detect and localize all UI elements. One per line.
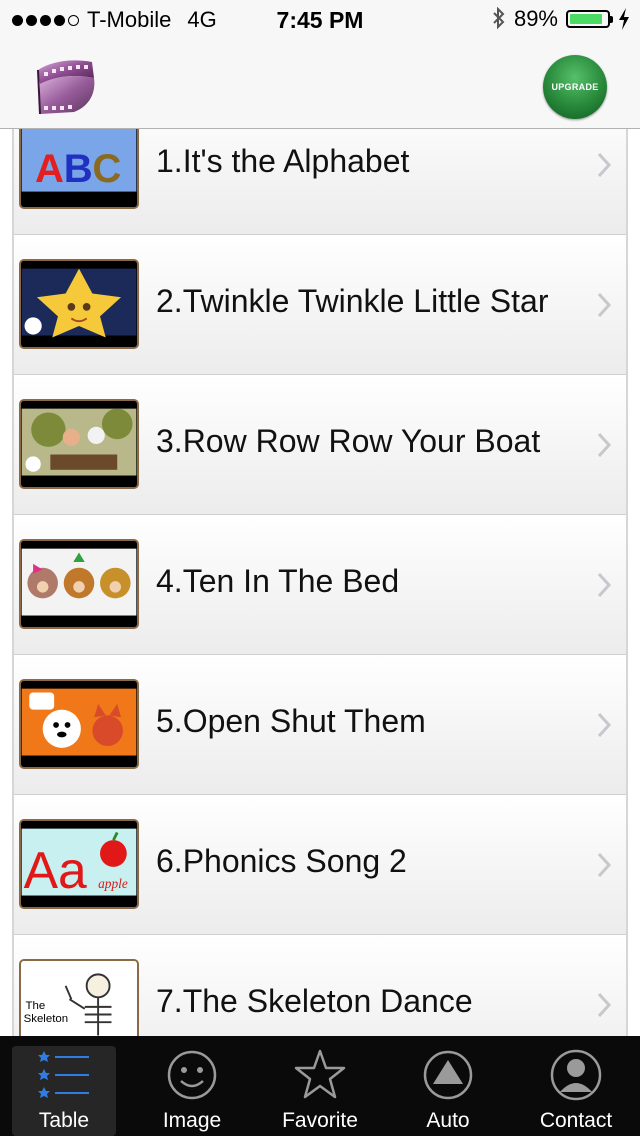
video-title: 5.Open Shut Them xyxy=(156,703,426,739)
thumb-abc-a: A xyxy=(35,146,64,191)
video-thumbnail: A B C xyxy=(19,129,139,209)
video-thumbnail: The Skeleton xyxy=(19,959,139,1036)
tab-label: Image xyxy=(162,1109,222,1132)
video-list: A B C 1.It's the Alphabet 2.Twinkle Twin… xyxy=(12,129,628,1036)
bluetooth-icon xyxy=(493,7,505,30)
list-icon xyxy=(38,1051,89,1098)
tab-label: Favorite xyxy=(282,1109,358,1132)
star-icon xyxy=(294,1049,346,1099)
video-thumbnail xyxy=(19,399,139,489)
chevron-right-icon xyxy=(597,852,612,878)
video-title: 1.It's the Alphabet xyxy=(156,143,410,179)
tab-auto[interactable]: Auto xyxy=(384,1036,512,1136)
charging-icon xyxy=(619,8,629,30)
tab-bar: Table Image Favorite Auto Contact xyxy=(0,1036,640,1136)
tab-favorite[interactable]: Favorite xyxy=(256,1036,384,1136)
thumb-phonics-letters: Aa xyxy=(24,841,87,899)
chevron-right-icon xyxy=(597,152,612,178)
video-thumbnail: Aa apple xyxy=(19,819,139,909)
thumb-abc-c: C xyxy=(92,146,121,191)
chevron-right-icon xyxy=(597,572,612,598)
video-thumbnail xyxy=(19,259,139,349)
chevron-right-icon xyxy=(597,992,612,1018)
video-title: 4.Ten In The Bed xyxy=(156,563,400,599)
thumb-phonics-word: apple xyxy=(98,876,128,891)
upgrade-button[interactable]: UPGRADE xyxy=(543,55,607,119)
thumb-skeleton-word-2: Skeleton xyxy=(24,1013,69,1025)
tab-image[interactable]: Image xyxy=(128,1036,256,1136)
list-item[interactable]: 2.Twinkle Twinkle Little Star xyxy=(14,235,626,375)
smiley-icon xyxy=(167,1050,217,1100)
video-title: 7.The Skeleton Dance xyxy=(156,983,473,1019)
list-item[interactable]: 5.Open Shut Them xyxy=(14,655,626,795)
contact-icon xyxy=(550,1049,602,1101)
battery-percent: 89% xyxy=(513,6,558,31)
video-thumbnail xyxy=(19,539,139,629)
tab-label: Contact xyxy=(539,1109,613,1132)
thumb-abc-b: B xyxy=(64,146,93,191)
video-thumbnail xyxy=(19,679,139,769)
navigation-bar: UPGRADE xyxy=(0,40,640,129)
chevron-right-icon xyxy=(597,292,612,318)
list-item[interactable]: 4.Ten In The Bed xyxy=(14,515,626,655)
list-item[interactable]: Aa apple 6.Phonics Song 2 xyxy=(14,795,626,935)
battery-icon xyxy=(566,10,613,28)
list-item[interactable]: The Skeleton 7.The Skeleton Dance xyxy=(14,935,626,1036)
film-reel-icon xyxy=(37,60,95,115)
video-title: 2.Twinkle Twinkle Little Star xyxy=(156,283,549,319)
tab-label: Table xyxy=(38,1109,90,1132)
tab-contact[interactable]: Contact xyxy=(512,1036,640,1136)
video-title: 3.Row Row Row Your Boat xyxy=(156,423,541,459)
chevron-right-icon xyxy=(597,432,612,458)
video-title: 6.Phonics Song 2 xyxy=(156,843,407,879)
tab-label: Auto xyxy=(426,1109,470,1132)
list-item[interactable]: 3.Row Row Row Your Boat xyxy=(14,375,626,515)
auto-play-icon xyxy=(423,1050,473,1100)
status-bar: T-Mobile 4G 7:45 PM 89% xyxy=(0,0,640,40)
thumb-skeleton-word-1: The xyxy=(25,1000,45,1012)
tab-table[interactable]: Table xyxy=(0,1036,128,1136)
chevron-right-icon xyxy=(597,712,612,738)
list-item[interactable]: A B C 1.It's the Alphabet xyxy=(14,129,626,235)
